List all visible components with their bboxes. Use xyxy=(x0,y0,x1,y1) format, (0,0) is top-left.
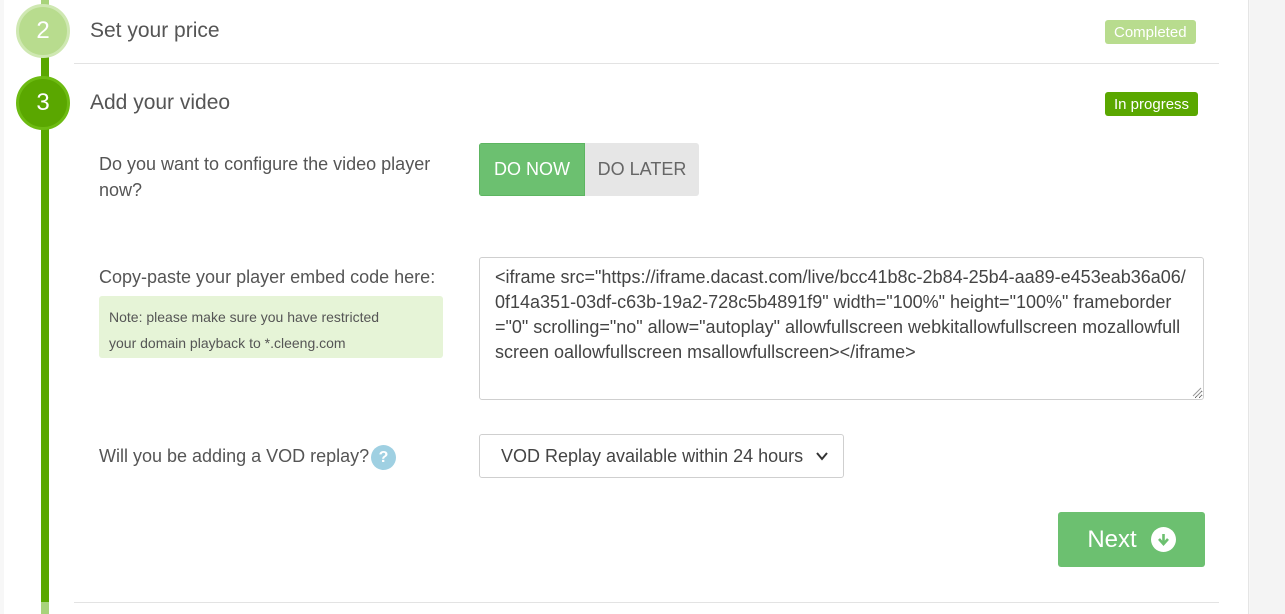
configure-question-line2: now? xyxy=(99,180,143,200)
embed-note-line1: Note: please make sure you have restrict… xyxy=(109,309,380,325)
resize-grip-icon[interactable] xyxy=(1190,385,1202,397)
step-3-circle: 3 xyxy=(16,76,70,130)
step-3-title[interactable]: Add your video xyxy=(90,91,230,115)
arrow-down-circle-icon xyxy=(1150,527,1176,552)
embed-note: Note: please make sure you have restrict… xyxy=(99,296,443,358)
embed-code-textarea[interactable]: <iframe src="https://iframe.dacast.com/l… xyxy=(479,257,1204,400)
embed-label: Copy-paste your player embed code here: xyxy=(99,267,436,287)
timeline-line-bottom xyxy=(41,602,49,614)
do-now-button[interactable]: DO NOW xyxy=(479,143,585,196)
timeline-line xyxy=(41,56,49,602)
right-gutter xyxy=(1250,0,1285,614)
embed-note-line2: your domain playback to *.cleeng.com xyxy=(109,335,346,351)
step-3-number: 3 xyxy=(36,89,50,116)
help-icon[interactable]: ? xyxy=(371,445,396,470)
configure-toggle: DO NOW DO LATER xyxy=(479,143,699,196)
next-button[interactable]: Next xyxy=(1058,512,1205,567)
step-2-number: 2 xyxy=(36,17,50,44)
status-badge-in-progress: In progress xyxy=(1105,92,1199,116)
vod-label: Will you be adding a VOD replay? xyxy=(99,446,370,466)
vod-replay-select[interactable]: VOD Replay available within 24 hours xyxy=(479,434,844,478)
step-divider-bottom xyxy=(74,602,1219,603)
vod-replay-selected: VOD Replay available within 24 hours xyxy=(501,445,804,466)
status-badge-completed: Completed xyxy=(1105,20,1196,44)
step-2-title[interactable]: Set your price xyxy=(90,19,220,43)
chevron-down-icon xyxy=(816,452,828,461)
page: 2 Set your price Completed 3 Add your vi… xyxy=(0,0,1285,614)
do-later-button[interactable]: DO LATER xyxy=(585,143,699,196)
step-divider xyxy=(74,63,1219,64)
steps-card: 2 Set your price Completed 3 Add your vi… xyxy=(4,0,1249,614)
configure-question: Do you want to configure the video playe… xyxy=(99,151,430,203)
configure-question-line1: Do you want to configure the video playe… xyxy=(99,154,431,174)
step-2-circle: 2 xyxy=(16,4,70,58)
next-button-label: Next xyxy=(1087,525,1137,553)
